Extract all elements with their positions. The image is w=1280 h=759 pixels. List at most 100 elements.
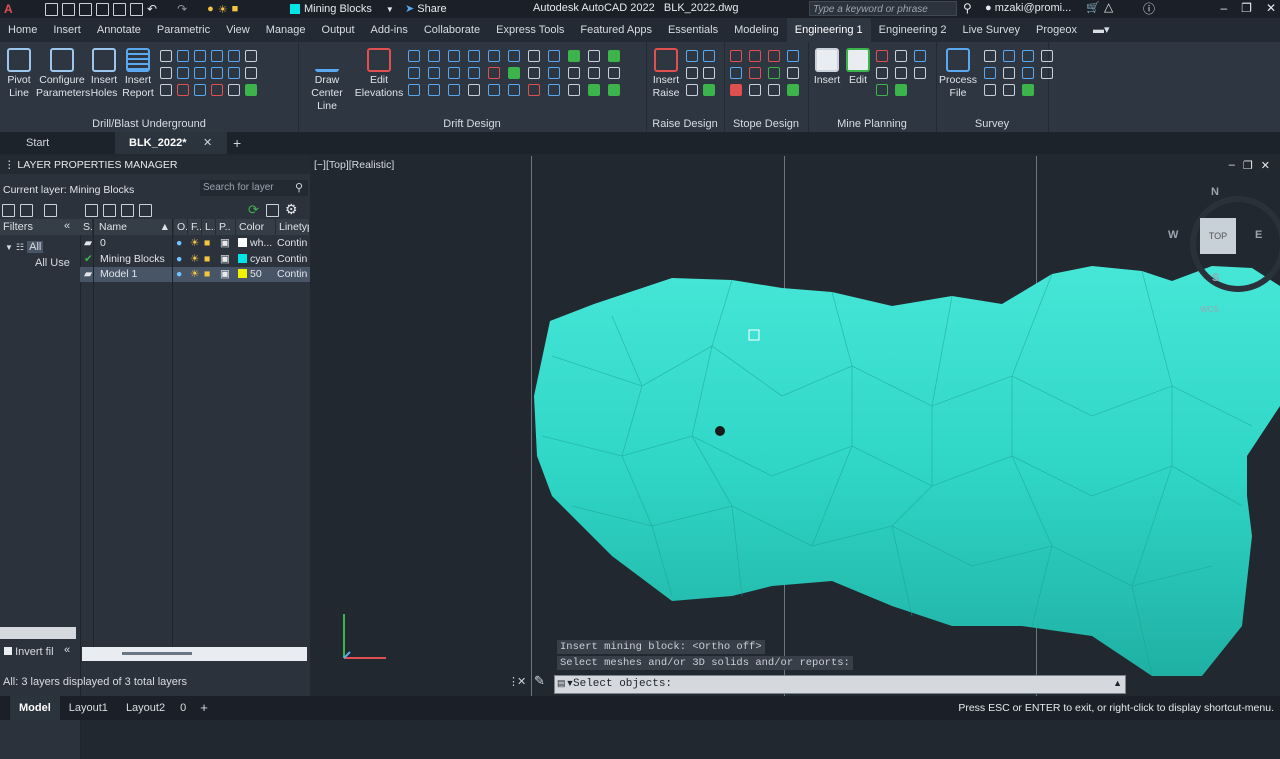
tool-icon[interactable]	[194, 67, 206, 79]
tool-icon[interactable]	[211, 67, 223, 79]
tool-icon[interactable]	[608, 84, 620, 96]
collapse-icon[interactable]: «	[64, 220, 70, 232]
close-command-icon[interactable]: ✕	[517, 675, 526, 688]
new-layer-icon[interactable]	[85, 204, 98, 217]
delete-layer-icon[interactable]	[121, 204, 134, 217]
layer-name[interactable]: Mining Blocks	[100, 252, 165, 267]
tool-icon[interactable]	[914, 50, 926, 62]
compass-west[interactable]: W	[1168, 229, 1178, 241]
column-header-lock[interactable]: L..	[202, 219, 216, 235]
tool-icon[interactable]	[448, 67, 460, 79]
tab-start[interactable]: Start	[26, 132, 49, 154]
tool-icon[interactable]	[408, 67, 420, 79]
tool-icon[interactable]	[984, 50, 996, 62]
layer-list-scrollbar[interactable]	[82, 647, 307, 661]
tool-icon[interactable]	[686, 84, 698, 96]
tab-essentials[interactable]: Essentials	[660, 18, 726, 42]
ribbon-options-icon[interactable]: ▬▾	[1085, 18, 1118, 42]
tool-icon[interactable]	[608, 50, 620, 62]
help-search-input[interactable]: Type a keyword or phrase	[809, 1, 957, 16]
wcs-menu[interactable]: WCS	[1200, 305, 1219, 314]
tool-icon[interactable]	[686, 67, 698, 79]
edit-elevations-button[interactable]: Edit Elevations	[354, 48, 404, 100]
tool-icon[interactable]	[1041, 50, 1053, 62]
layer-dropdown[interactable]: Mining Blocks ▼	[290, 2, 394, 16]
tool-icon[interactable]	[568, 67, 580, 79]
layer-on-bulb-icon[interactable]: ●	[176, 236, 182, 251]
tab-featured-apps[interactable]: Featured Apps	[572, 18, 660, 42]
plot-icon[interactable]	[130, 2, 143, 16]
new-file-icon[interactable]	[45, 2, 58, 16]
check-icon[interactable]	[703, 84, 715, 96]
insert-report-button[interactable]: Insert Report	[121, 48, 155, 100]
tool-icon[interactable]	[588, 84, 600, 96]
tool-icon[interactable]	[428, 50, 440, 62]
cart-icon[interactable]: 🛒	[1086, 1, 1100, 14]
tab-collaborate[interactable]: Collaborate	[416, 18, 488, 42]
tab-parametric[interactable]: Parametric	[149, 18, 218, 42]
tab-engineering-1[interactable]: Engineering 1	[786, 18, 871, 42]
redo-icon[interactable]: ↷	[177, 2, 187, 16]
open-web-icon[interactable]	[113, 2, 126, 16]
tab-live-survey[interactable]: Live Survey	[955, 18, 1028, 42]
horizontal-scrollbar[interactable]	[0, 627, 76, 639]
tool-icon[interactable]	[528, 67, 540, 79]
mine-edit-button[interactable]: Edit	[846, 48, 870, 87]
tool-icon[interactable]	[177, 50, 189, 62]
tool-icon[interactable]	[160, 67, 172, 79]
tool-icon[interactable]	[245, 50, 257, 62]
command-line[interactable]: ▤▼ Select objects: ▲	[554, 675, 1126, 694]
tab-home[interactable]: Home	[0, 18, 45, 42]
help-icon[interactable]: ⓘ	[1143, 0, 1155, 17]
a360-icon[interactable]: △	[1104, 0, 1113, 14]
tool-icon[interactable]	[177, 84, 189, 96]
tool-icon[interactable]	[228, 50, 240, 62]
tool-icon[interactable]	[508, 67, 520, 79]
tool-icon[interactable]	[1022, 67, 1034, 79]
tool-icon[interactable]	[568, 50, 580, 62]
filter-all-used[interactable]: All Use	[35, 257, 70, 269]
layer-on-bulb-icon[interactable]: ●	[176, 267, 182, 282]
tool-icon[interactable]	[548, 50, 560, 62]
tool-icon[interactable]	[160, 50, 172, 62]
tool-icon[interactable]	[686, 50, 698, 62]
open-file-icon[interactable]	[62, 2, 75, 16]
mine-insert-button[interactable]: Insert	[812, 48, 842, 87]
tool-icon[interactable]	[730, 50, 742, 62]
scrollbar-thumb[interactable]	[122, 652, 192, 655]
tool-icon[interactable]	[588, 67, 600, 79]
close-icon[interactable]: ✕	[1266, 1, 1276, 15]
viewcube-top[interactable]: TOP	[1200, 218, 1236, 254]
layer-on-bulb-icon[interactable]: ●	[176, 252, 182, 267]
column-header-status[interactable]: S..	[80, 219, 93, 235]
tool-icon[interactable]	[177, 67, 189, 79]
layer-plot-icon[interactable]: ▣	[220, 267, 230, 282]
autocad-logo-icon[interactable]: A	[4, 3, 15, 15]
tool-icon[interactable]	[160, 84, 172, 96]
tool-icon[interactable]	[488, 50, 500, 62]
layer-name[interactable]: Model 1	[100, 267, 137, 282]
tool-icon[interactable]	[703, 50, 715, 62]
tool-icon[interactable]	[1003, 50, 1015, 62]
tool-icon[interactable]	[211, 84, 223, 96]
layer-unlock-icon[interactable]: ■	[204, 267, 210, 282]
settings-layer-icon[interactable]	[266, 204, 279, 217]
tool-icon[interactable]	[245, 67, 257, 79]
tool-icon[interactable]	[568, 84, 580, 96]
tool-icon[interactable]	[768, 67, 780, 79]
tool-icon[interactable]	[228, 67, 240, 79]
check-icon[interactable]	[245, 84, 257, 96]
tool-icon[interactable]	[749, 67, 761, 79]
compass-east[interactable]: E	[1255, 229, 1262, 241]
layer-plot-icon[interactable]: ▣	[220, 252, 230, 267]
layer-status-icon[interactable]: ▰	[84, 267, 92, 282]
layer-row[interactable]: ▰ 0 ● ☀ ■ ▣ wh... Contin	[80, 236, 310, 251]
tab-engineering-2[interactable]: Engineering 2	[871, 18, 955, 42]
tool-icon[interactable]	[876, 50, 888, 62]
customize-wrench-icon[interactable]: ✎	[534, 673, 545, 689]
save-as-icon[interactable]	[96, 2, 109, 16]
tool-icon[interactable]	[876, 84, 888, 96]
tool-icon[interactable]	[408, 84, 420, 96]
insert-raise-button[interactable]: Insert Raise	[650, 48, 682, 100]
layer-row[interactable]: ▰ Model 1 ● ☀ ■ ▣ 50 Contin	[80, 267, 310, 282]
